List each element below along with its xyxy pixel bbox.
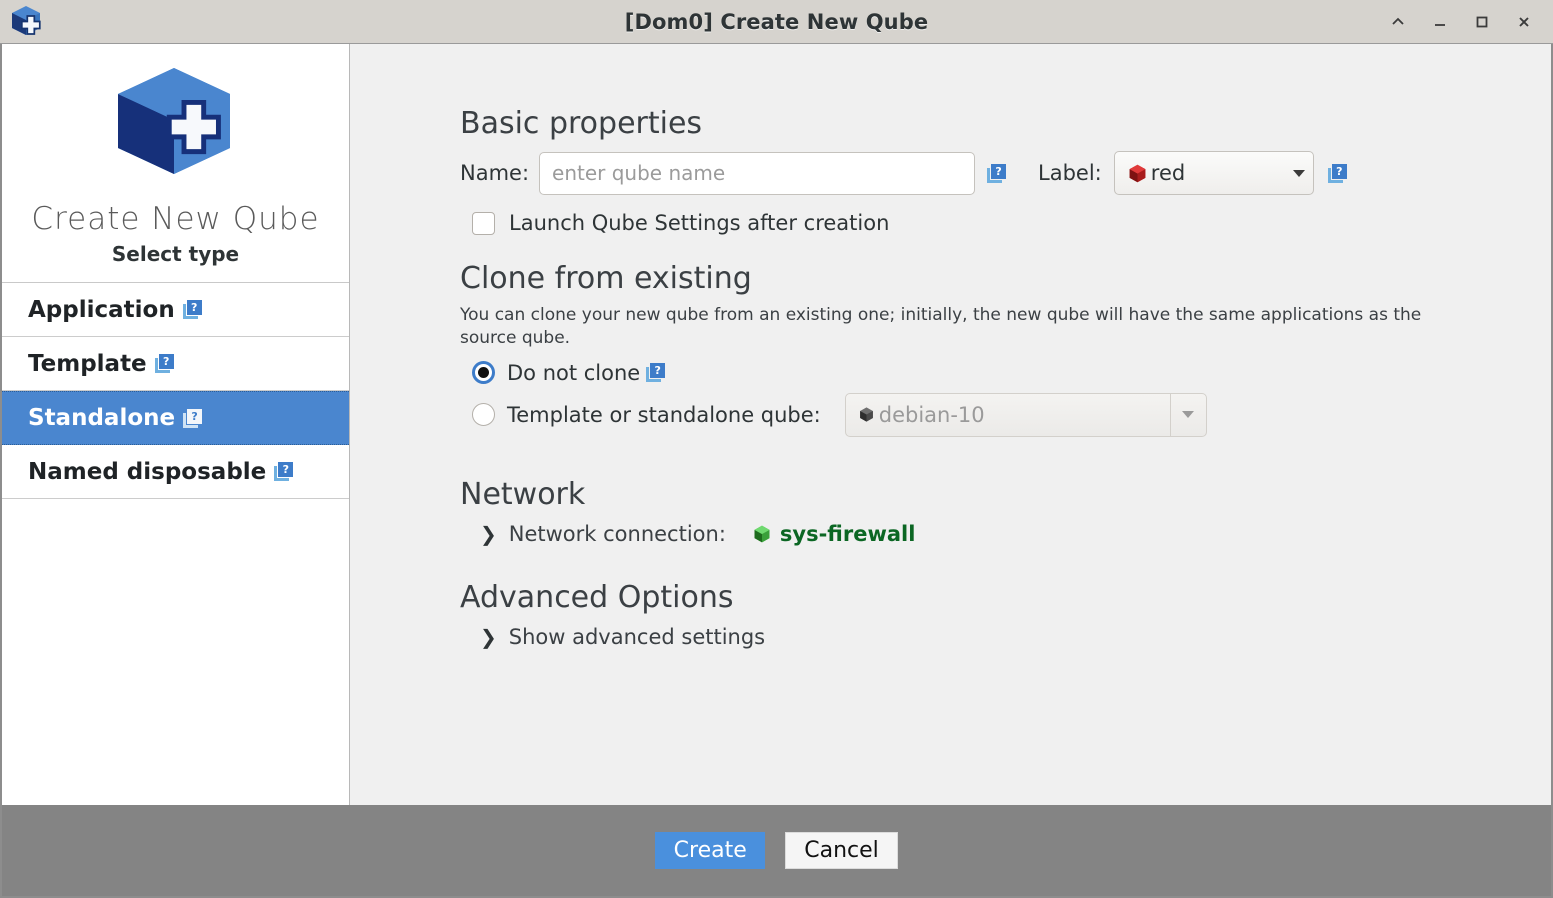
- launch-settings-checkbox[interactable]: [472, 211, 495, 235]
- page-title: Create New Qube: [31, 201, 320, 237]
- radio-do-not-clone-row[interactable]: Do not clone ?: [472, 361, 1551, 385]
- dialog-body: Create New Qube Select type Application …: [0, 44, 1553, 805]
- create-new-qube-window: [Dom0] Create New Qube Create New Qube S…: [0, 0, 1553, 898]
- cancel-button[interactable]: Cancel: [785, 832, 898, 869]
- sidebar-item-label: Standalone: [28, 405, 176, 432]
- label-value: red: [1150, 161, 1186, 185]
- radio-template-or-standalone[interactable]: [472, 403, 495, 427]
- sidebar-item-label: Template: [28, 350, 147, 377]
- sidebar-header: Create New Qube Select type: [2, 44, 349, 284]
- sidebar-empty-area: [2, 499, 349, 805]
- help-icon[interactable]: ?: [182, 300, 202, 320]
- help-icon[interactable]: ?: [646, 363, 666, 383]
- qube-type-list: Application ? Template ? Standalone ? Na…: [2, 283, 349, 500]
- radio-do-not-clone-label: Do not clone: [507, 360, 641, 385]
- help-icon[interactable]: ?: [1327, 163, 1347, 183]
- sidebar-item-application[interactable]: Application ?: [2, 283, 349, 338]
- shade-button[interactable]: [1383, 7, 1413, 37]
- radio-do-not-clone[interactable]: [472, 361, 495, 385]
- show-advanced-settings-row[interactable]: ❯ Show advanced settings: [480, 625, 1551, 649]
- network-connection-value-group: sys-firewall: [752, 521, 916, 546]
- page-subtitle: Select type: [111, 242, 240, 267]
- help-icon[interactable]: ?: [183, 408, 203, 428]
- sidebar-item-label: Application: [28, 296, 175, 323]
- advanced-options-heading: Advanced Options: [460, 579, 734, 615]
- minimize-button[interactable]: [1425, 7, 1455, 37]
- sidebar-item-template[interactable]: Template ?: [2, 337, 349, 392]
- chevron-down-icon[interactable]: [1169, 393, 1206, 436]
- chevron-down-icon: [1292, 169, 1305, 177]
- name-label: Name:: [460, 161, 530, 185]
- qube-plus-logo: [117, 68, 230, 174]
- sidebar-item-label: Named disposable: [28, 458, 267, 485]
- launch-settings-label: Launch Qube Settings after creation: [509, 211, 890, 235]
- chevron-right-icon[interactable]: ❯: [480, 524, 497, 544]
- network-heading: Network: [460, 476, 586, 512]
- type-sidebar: Create New Qube Select type Application …: [2, 44, 350, 805]
- red-cube-icon: [1129, 164, 1146, 182]
- sidebar-item-standalone[interactable]: Standalone ?: [2, 391, 349, 446]
- green-cube-icon: [754, 525, 770, 543]
- name-row: Name: ? Label: red: [460, 151, 1551, 195]
- dialog-footer: Create Cancel: [0, 805, 1553, 898]
- label-select[interactable]: red: [1113, 151, 1314, 195]
- help-icon[interactable]: ?: [154, 354, 174, 374]
- grey-cube-icon: [859, 407, 873, 422]
- maximize-button[interactable]: [1467, 7, 1497, 37]
- create-button[interactable]: Create: [655, 832, 766, 869]
- close-button[interactable]: [1509, 7, 1539, 37]
- qube-plus-icon: [6, 2, 48, 44]
- chevron-right-icon[interactable]: ❯: [480, 627, 497, 647]
- help-icon[interactable]: ?: [987, 163, 1007, 183]
- help-icon[interactable]: ?: [274, 462, 294, 482]
- network-connection-value: sys-firewall: [779, 521, 916, 546]
- network-connection-label: Network connection:: [508, 521, 726, 546]
- clone-description: You can clone your new qube from an exis…: [460, 305, 1422, 349]
- show-advanced-settings-label: Show advanced settings: [508, 624, 766, 649]
- launch-settings-row[interactable]: Launch Qube Settings after creation: [472, 211, 1551, 235]
- form-panel: Basic properties Name: ? Label: red: [350, 44, 1551, 805]
- source-qube-select[interactable]: debian-10: [844, 392, 1207, 437]
- network-connection-row[interactable]: ❯ Network connection: sys-firewall: [480, 522, 1551, 546]
- name-input[interactable]: [539, 151, 976, 195]
- window-controls: [1383, 0, 1545, 44]
- radio-template-row[interactable]: Template or standalone qube: debian-10: [472, 392, 1551, 437]
- window-title: [Dom0] Create New Qube: [624, 9, 929, 34]
- clone-heading: Clone from existing: [460, 261, 752, 296]
- title-bar[interactable]: [Dom0] Create New Qube: [0, 0, 1553, 44]
- source-qube-value: debian-10: [878, 402, 985, 427]
- radio-template-label: Template or standalone qube:: [507, 402, 821, 427]
- label-label: Label:: [1038, 161, 1102, 185]
- basic-properties-heading: Basic properties: [460, 106, 703, 141]
- sidebar-item-named-disposable[interactable]: Named disposable ?: [2, 445, 349, 500]
